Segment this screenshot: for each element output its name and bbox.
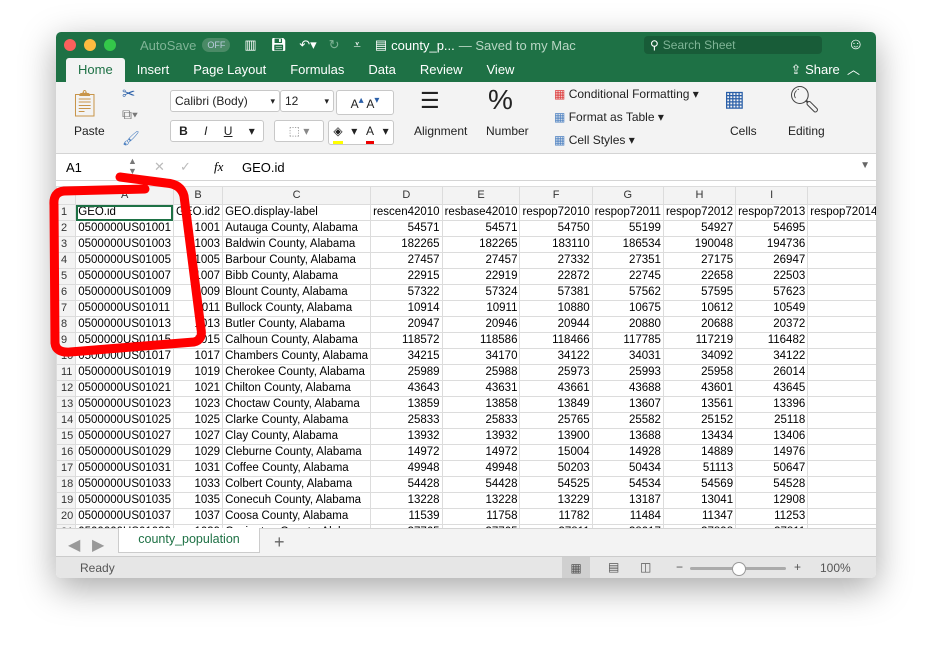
red-annotation-outline	[49, 172, 206, 357]
